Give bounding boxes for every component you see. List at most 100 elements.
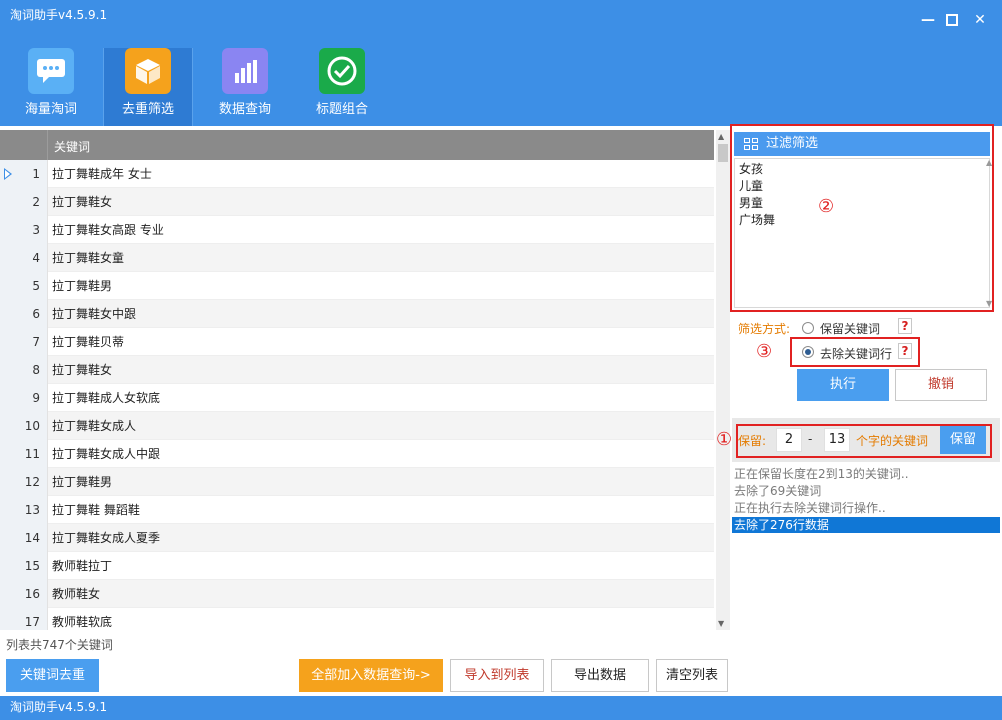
row-number: 2 xyxy=(32,195,40,209)
keyword-cell[interactable]: 拉丁舞鞋男 xyxy=(52,468,112,496)
keyword-cell[interactable]: 拉丁舞鞋女中跟 xyxy=(52,300,136,328)
row-header[interactable]: 10 xyxy=(0,412,48,440)
export-button[interactable]: 导出数据 xyxy=(551,659,649,692)
row-header[interactable]: 9 xyxy=(0,384,48,412)
execute-button[interactable]: 执行 xyxy=(797,369,889,401)
keyword-cell[interactable]: 拉丁舞鞋 舞蹈鞋 xyxy=(52,496,140,524)
keyword-cell[interactable]: 拉丁舞鞋女 xyxy=(52,188,112,216)
nav-title-combine[interactable]: 标题组合 xyxy=(297,48,387,126)
dedupe-button[interactable]: 关键词去重 xyxy=(6,659,99,692)
keyword-grid[interactable]: 关键词 1 拉丁舞鞋成年 女士 2 拉丁舞鞋女 3 拉丁舞鞋女高跟 专业 4 拉丁舞鞋女童 5 拉… xyxy=(0,130,714,630)
nav-data-query[interactable]: 数据查询 xyxy=(200,48,290,126)
clear-list-button[interactable]: 清空列表 xyxy=(656,659,728,692)
operation-log[interactable]: 正在保留长度在2到13的关键词.. 去除了69关键词 正在执行去除关键词行操作.… xyxy=(732,466,1000,626)
table-row[interactable]: 1 拉丁舞鞋成年 女士 xyxy=(0,160,714,188)
filter-mode-label: 筛选方式: xyxy=(738,322,791,336)
add-all-to-query-button[interactable]: 全部加入数据查询-> xyxy=(299,659,443,692)
row-number: 8 xyxy=(32,363,40,377)
table-row[interactable]: 15 教师鞋拉丁 xyxy=(0,552,714,580)
column-header-keyword[interactable]: 关键词 xyxy=(54,138,90,155)
keyword-cell[interactable]: 拉丁舞鞋女童 xyxy=(52,244,124,272)
row-header[interactable]: 13 xyxy=(0,496,48,524)
keyword-cell[interactable]: 教师鞋女 xyxy=(52,580,100,608)
keyword-cell[interactable]: 教师鞋软底 xyxy=(52,608,112,630)
row-header[interactable]: 8 xyxy=(0,356,48,384)
row-number: 10 xyxy=(24,419,40,433)
maximize-icon[interactable] xyxy=(942,10,962,30)
help-icon[interactable]: ? xyxy=(898,318,912,334)
row-header[interactable]: 14 xyxy=(0,524,48,552)
row-number: 9 xyxy=(32,391,40,405)
undo-button[interactable]: 撤销 xyxy=(895,369,987,401)
table-row[interactable]: 3 拉丁舞鞋女高跟 专业 xyxy=(0,216,714,244)
table-row[interactable]: 6 拉丁舞鞋女中跟 xyxy=(0,300,714,328)
row-number: 7 xyxy=(32,335,40,349)
row-header[interactable]: 7 xyxy=(0,328,48,356)
table-row[interactable]: 13 拉丁舞鞋 舞蹈鞋 xyxy=(0,496,714,524)
radio-keep-label[interactable]: 保留关键词 xyxy=(820,320,880,337)
grid-scrollbar[interactable]: ▲ ▼ xyxy=(716,130,730,630)
table-row[interactable]: 12 拉丁舞鞋男 xyxy=(0,468,714,496)
row-header[interactable]: 2 xyxy=(0,188,48,216)
scroll-thumb[interactable] xyxy=(718,144,728,162)
keyword-cell[interactable]: 拉丁舞鞋女成人 xyxy=(52,412,136,440)
keyword-cell[interactable]: 拉丁舞鞋贝蒂 xyxy=(52,328,124,356)
status-bar: 淘词助手v4.5.9.1 xyxy=(0,696,1002,720)
row-number: 11 xyxy=(24,447,40,461)
keyword-cell[interactable]: 拉丁舞鞋女高跟 专业 xyxy=(52,216,164,244)
annotation-marker-3: ③ xyxy=(756,341,773,362)
table-row[interactable]: 5 拉丁舞鞋男 xyxy=(0,272,714,300)
check-circle-icon xyxy=(319,48,365,94)
row-number: 13 xyxy=(24,503,40,517)
row-number: 14 xyxy=(24,531,40,545)
scroll-up-icon[interactable]: ▲ xyxy=(718,132,724,141)
minimize-icon[interactable]: — xyxy=(918,10,938,30)
table-row[interactable]: 11 拉丁舞鞋女成人中跟 xyxy=(0,440,714,468)
row-header[interactable]: 3 xyxy=(0,216,48,244)
keyword-cell[interactable]: 拉丁舞鞋男 xyxy=(52,272,112,300)
table-row[interactable]: 16 教师鞋女 xyxy=(0,580,714,608)
row-header[interactable]: 16 xyxy=(0,580,48,608)
nav-haolian-taoci[interactable]: 海量淘词 xyxy=(6,48,96,126)
row-header[interactable]: 11 xyxy=(0,440,48,468)
import-button[interactable]: 导入到列表 xyxy=(450,659,544,692)
scroll-down-icon[interactable]: ▼ xyxy=(718,619,724,628)
table-row[interactable]: 10 拉丁舞鞋女成人 xyxy=(0,412,714,440)
close-icon[interactable]: ✕ xyxy=(970,10,990,30)
row-header[interactable]: 5 xyxy=(0,272,48,300)
radio-remove-keyword-rows[interactable] xyxy=(802,346,814,358)
help-icon[interactable]: ? xyxy=(898,343,912,359)
table-row[interactable]: 17 教师鞋软底 xyxy=(0,608,714,630)
log-line: 正在保留长度在2到13的关键词.. xyxy=(734,467,909,481)
keyword-cell[interactable]: 拉丁舞鞋女成人夏季 xyxy=(52,524,160,552)
row-header[interactable]: 4 xyxy=(0,244,48,272)
bar-chart-icon xyxy=(222,48,268,94)
table-row[interactable]: 4 拉丁舞鞋女童 xyxy=(0,244,714,272)
table-row[interactable]: 2 拉丁舞鞋女 xyxy=(0,188,714,216)
radio-keep-keywords[interactable] xyxy=(802,322,814,334)
row-number: 4 xyxy=(32,251,40,265)
row-header[interactable]: 12 xyxy=(0,468,48,496)
table-row[interactable]: 7 拉丁舞鞋贝蒂 xyxy=(0,328,714,356)
annotation-box-2 xyxy=(730,124,994,312)
table-row[interactable]: 9 拉丁舞鞋成人女软底 xyxy=(0,384,714,412)
keyword-cell[interactable]: 拉丁舞鞋女成人中跟 xyxy=(52,440,160,468)
current-row-icon xyxy=(4,168,12,180)
radio-remove-label[interactable]: 去除关键词行 xyxy=(820,345,892,362)
nav-dedupe-filter[interactable]: 去重筛选 xyxy=(103,48,193,126)
keyword-cell[interactable]: 拉丁舞鞋成人女软底 xyxy=(52,384,160,412)
keyword-cell[interactable]: 拉丁舞鞋成年 女士 xyxy=(52,160,152,188)
row-header[interactable]: 1 xyxy=(0,160,48,188)
log-line: 去除了69关键词 xyxy=(734,484,822,498)
row-number: 12 xyxy=(24,475,40,489)
row-number: 16 xyxy=(24,587,40,601)
log-line: 正在执行去除关键词行操作.. xyxy=(734,501,886,515)
log-line-selected: 去除了276行数据 xyxy=(732,517,1000,533)
row-header[interactable]: 15 xyxy=(0,552,48,580)
table-row[interactable]: 14 拉丁舞鞋女成人夏季 xyxy=(0,524,714,552)
table-row[interactable]: 8 拉丁舞鞋女 xyxy=(0,356,714,384)
row-header[interactable]: 6 xyxy=(0,300,48,328)
keyword-cell[interactable]: 教师鞋拉丁 xyxy=(52,552,112,580)
row-header[interactable]: 17 xyxy=(0,608,48,630)
keyword-cell[interactable]: 拉丁舞鞋女 xyxy=(52,356,112,384)
